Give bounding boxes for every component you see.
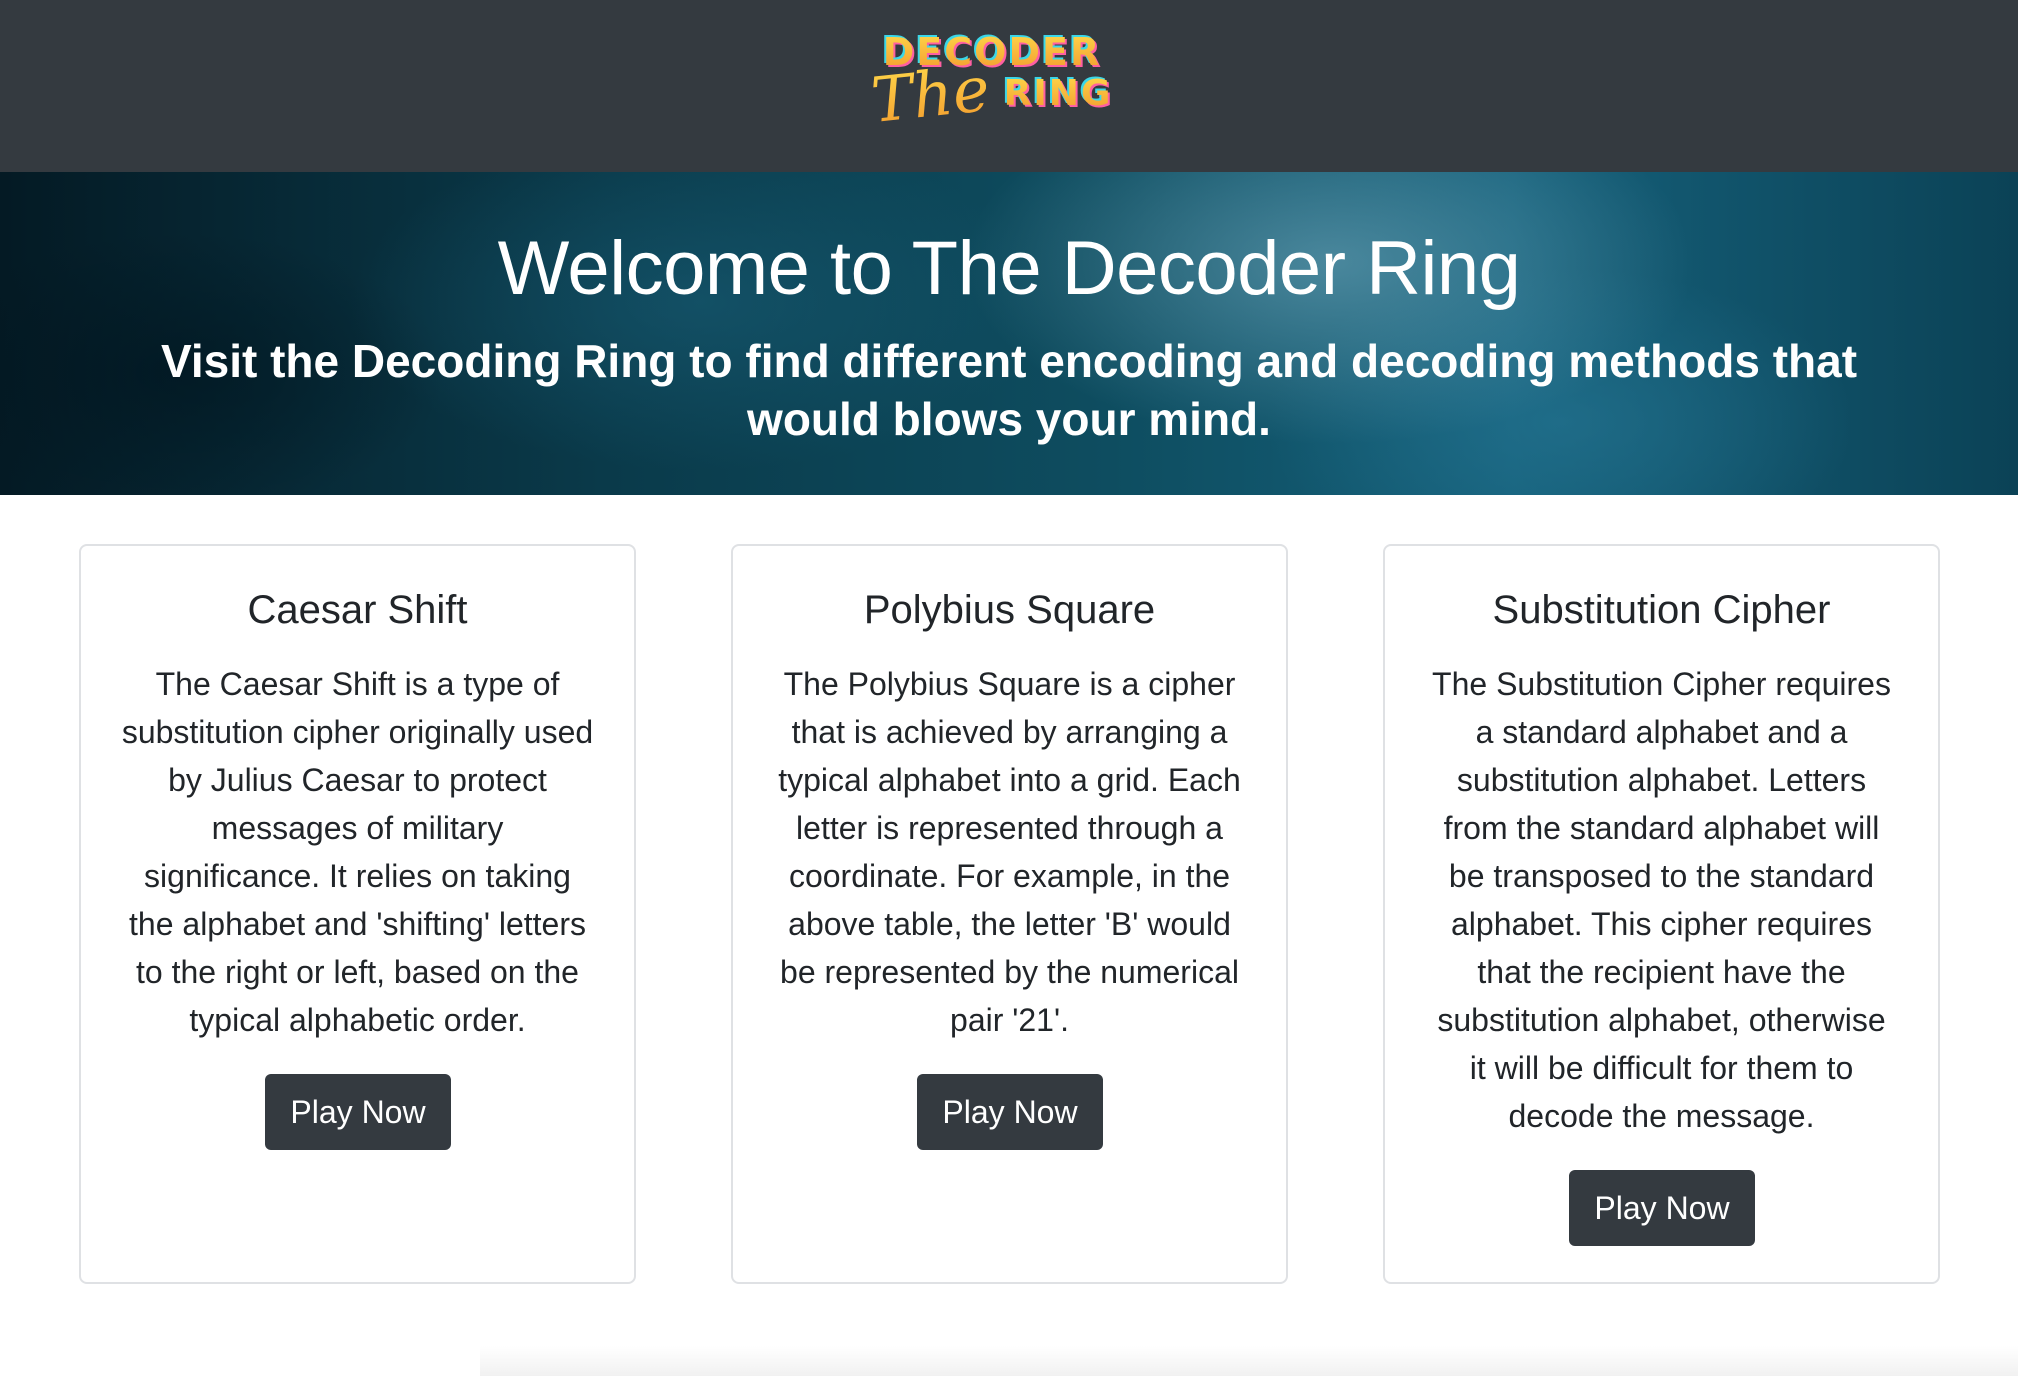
hero-subtitle: Visit the Decoding Ring to find differen… xyxy=(160,335,1858,445)
play-now-button-polybius[interactable]: Play Now xyxy=(917,1074,1103,1150)
card-description: The Polybius Square is a cipher that is … xyxy=(778,666,1241,1038)
logo-word-bottom: RING xyxy=(1004,73,1113,114)
logo-word-script: The xyxy=(868,52,993,137)
card-title: Caesar Shift xyxy=(247,588,468,632)
play-now-button-caesar[interactable]: Play Now xyxy=(265,1074,451,1150)
page-bottom-shadow xyxy=(480,1346,2018,1376)
play-now-button-substitution[interactable]: Play Now xyxy=(1569,1170,1755,1246)
card-caesar-shift: Caesar Shift The Caesar Shift is a type … xyxy=(79,544,636,1284)
logo-graphic: DECODER DECODER DECODER RING RING RING T… xyxy=(868,30,1113,137)
card-description: The Caesar Shift is a type of substituti… xyxy=(121,666,594,1038)
card-polybius-square: Polybius Square The Polybius Square is a… xyxy=(731,544,1288,1284)
card-title: Substitution Cipher xyxy=(1492,588,1831,632)
card-title: Polybius Square xyxy=(863,588,1156,632)
top-navbar: DECODER DECODER DECODER RING RING RING T… xyxy=(0,0,2018,172)
card-substitution-cipher: Substitution Cipher The Substitution Cip… xyxy=(1383,544,1940,1284)
decoder-ring-logo[interactable]: DECODER DECODER DECODER RING RING RING T… xyxy=(860,30,1120,148)
card-description: The Substitution Cipher requires a stand… xyxy=(1432,666,1891,1134)
hero-title: Welcome to The Decoder Ring xyxy=(497,226,1521,311)
hero-banner: Welcome to The Decoder Ring Visit the De… xyxy=(0,172,2018,495)
